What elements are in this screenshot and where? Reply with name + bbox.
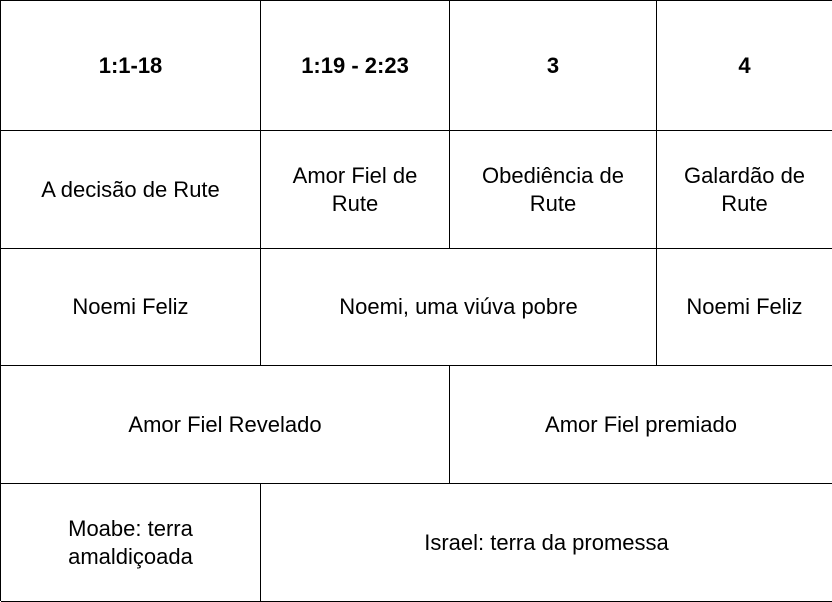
ruth-obedience-cell: Obediência de Rute <box>450 131 657 249</box>
chapter-1-19-2-23: 1:19 - 2:23 <box>261 1 450 131</box>
naomi-happy-end-cell: Noemi Feliz <box>657 249 832 366</box>
chapter-4: 4 <box>657 1 832 131</box>
ruth-faithful-love-cell: Amor Fiel de Rute <box>261 131 450 249</box>
chapter-3: 3 <box>450 1 657 131</box>
ruth-reward-cell: Galardão de Rute <box>657 131 832 249</box>
love-revealed-cell: Amor Fiel Revelado <box>1 366 450 484</box>
chapter-1-1-18: 1:1-18 <box>1 1 261 131</box>
ruth-decision-cell: A decisão de Rute <box>1 131 261 249</box>
naomi-poor-widow-cell: Noemi, uma viúva pobre <box>261 249 657 366</box>
moab-land-cell: Moabe: terra amaldiçoada <box>1 484 261 602</box>
love-rewarded-cell: Amor Fiel premiado <box>450 366 832 484</box>
ruth-outline-chart: 1:1-18 1:19 - 2:23 3 4 A decisão de Rute… <box>0 0 832 602</box>
naomi-happy-start-cell: Noemi Feliz <box>1 249 261 366</box>
israel-land-cell: Israel: terra da promessa <box>261 484 832 602</box>
